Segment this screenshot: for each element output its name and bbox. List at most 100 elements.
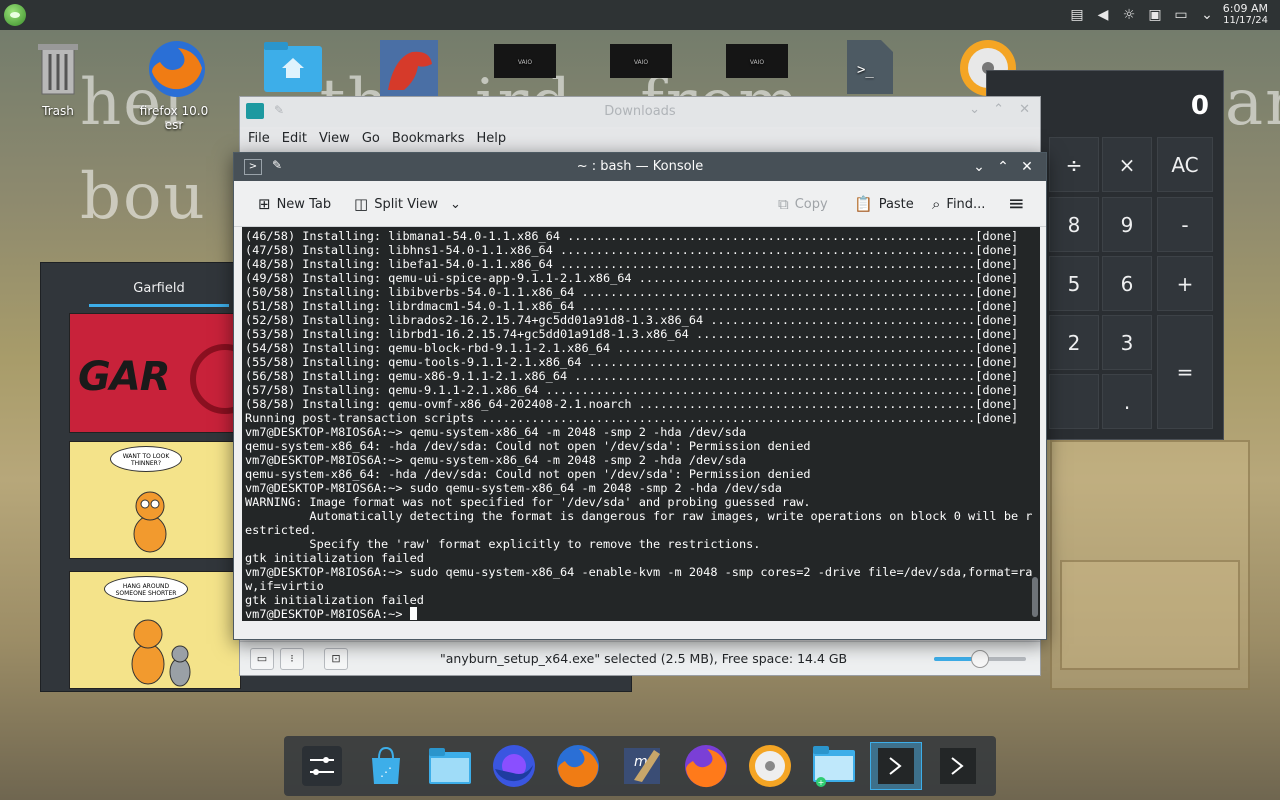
preview-panel-button[interactable]: ⊡ (324, 648, 348, 670)
calc-key-6[interactable]: 6 (1102, 256, 1152, 311)
minimize-icon[interactable]: ⌄ (970, 158, 988, 176)
menu-file[interactable]: File (248, 127, 280, 153)
garfield-logo: GAR (78, 354, 171, 400)
calc-key-multiply[interactable]: × (1102, 137, 1152, 192)
desktop-icon-video[interactable]: VAIO (598, 38, 678, 104)
dock-konsole-active[interactable] (870, 742, 922, 790)
clock-time[interactable]: 6:09 AM (1223, 2, 1268, 15)
new-tab-button[interactable]: ⊞ New Tab (258, 195, 331, 213)
wallpaper-text: bou (80, 160, 207, 234)
terminal-line: (49/58) Installing: qemu-ui-spice-app-9.… (245, 271, 1019, 285)
copy-label: Copy (794, 196, 828, 212)
terminal-line: vm7@DESKTOP-M8IOS6A:~> qemu-system-x86_6… (245, 453, 747, 467)
details-panel-button[interactable]: ⁝ (280, 648, 304, 670)
menu-bookmarks[interactable]: Bookmarks (392, 127, 475, 153)
chevron-up-icon[interactable]: ⌃ (993, 102, 1004, 117)
dock-downloads-folder[interactable]: + (808, 742, 860, 790)
calc-key-2[interactable]: 2 (1049, 315, 1099, 370)
network-icon[interactable]: ▭ (1172, 6, 1190, 24)
terminal-line: (53/58) Installing: librbd1-16.2.15.74+g… (245, 327, 1019, 341)
terminal-line: (47/58) Installing: libhns1-54.0-1.1.x86… (245, 243, 1019, 257)
video-thumbnail-icon: VAIO (610, 38, 672, 98)
trash-icon (30, 38, 86, 98)
calc-key-equals[interactable]: = (1157, 315, 1213, 429)
paste-button[interactable]: 📋 Paste (854, 195, 914, 213)
calc-key-minus[interactable]: - (1157, 197, 1213, 252)
menu-go[interactable]: Go (362, 127, 390, 153)
calc-key-divide[interactable]: ÷ (1049, 137, 1099, 192)
find-button[interactable]: ⌕ Find... (932, 195, 985, 213)
menu-help[interactable]: Help (476, 127, 516, 153)
terminal-line: (57/58) Installing: qemu-9.1.1-2.1.x86_6… (245, 383, 1019, 397)
terminal-line: (50/58) Installing: libibverbs-54.0-1.1.… (245, 285, 1019, 299)
close-icon[interactable]: ✕ (1019, 102, 1030, 117)
terminal-line: gtk initialization failed (245, 551, 424, 565)
maximize-icon[interactable]: ⌃ (994, 158, 1012, 176)
menu-view[interactable]: View (319, 127, 360, 153)
home-folder-icon (262, 38, 322, 98)
close-icon[interactable]: ✕ (1018, 158, 1036, 176)
dock-firefox[interactable] (552, 742, 604, 790)
calc-key-decimal[interactable]: . (1102, 374, 1152, 429)
chevron-down-icon[interactable]: ⌄ (969, 102, 980, 117)
dock-discover[interactable]: ⋰ (360, 742, 412, 790)
tab-garfield[interactable]: Garfield (89, 279, 229, 307)
volume-muted-icon[interactable]: ◀ (1094, 6, 1112, 24)
status-text: "anyburn_setup_x64.exe" selected (2.5 MB… (440, 651, 848, 666)
split-view-button[interactable]: ◫ Split View ⌄ (354, 195, 461, 213)
speech-bubble: WANT TO LOOK THINNER? (110, 446, 182, 472)
calc-key-9[interactable]: 9 (1102, 197, 1152, 252)
calc-key-plus[interactable]: + (1157, 256, 1213, 311)
calc-key-8[interactable]: 8 (1049, 197, 1099, 252)
terminal-output[interactable]: (46/58) Installing: libmana1-54.0-1.1.x8… (242, 227, 1040, 621)
brightness-icon[interactable]: ☼ (1120, 6, 1138, 24)
desktop-icon-home[interactable] (250, 38, 330, 104)
wallpaper-text: ar (1225, 66, 1280, 140)
zoom-slider-handle[interactable] (971, 650, 989, 668)
dock-firefox-nightly[interactable] (488, 742, 540, 790)
konsole-titlebar[interactable]: > ✎ ~ : bash — Konsole ⌄ ⌃ ✕ (234, 153, 1046, 181)
dock-konsole[interactable] (932, 742, 984, 790)
menu-edit[interactable]: Edit (282, 127, 317, 153)
calc-key-clear[interactable]: AC (1157, 137, 1213, 192)
desktop-icon-terminal[interactable]: >_ (830, 38, 910, 104)
dock-file-manager[interactable] (424, 742, 476, 790)
opensuse-gecko-icon[interactable] (4, 4, 26, 26)
dock-disc-burner[interactable] (744, 742, 796, 790)
dolphin-title: Downloads (604, 104, 676, 119)
copy-icon: ⧉ (778, 195, 789, 213)
terminal-icon: >_ (842, 38, 898, 98)
dock-firefox-2[interactable] (680, 742, 732, 790)
svg-text:VAIO: VAIO (634, 59, 649, 66)
desktop-icon-firefox[interactable]: firefox 10.0 esr (134, 38, 214, 132)
places-panel-button[interactable]: ▭ (250, 648, 274, 670)
dinosaur-app-icon (378, 38, 438, 98)
zoom-slider[interactable] (934, 650, 1026, 668)
hamburger-menu-button[interactable]: ≡ (1008, 191, 1025, 215)
chevron-down-icon[interactable]: ⌄ (1198, 6, 1216, 24)
desktop-icon-dinosaur[interactable] (366, 38, 446, 104)
terminal-line: WARNING: Image format was not specified … (245, 495, 811, 509)
desktop-icon-video[interactable]: VAIO (714, 38, 794, 104)
terminal-scrollbar[interactable] (1032, 577, 1038, 617)
dock-kate[interactable]: m (616, 742, 668, 790)
clipboard-icon[interactable]: ▤ (1068, 6, 1086, 24)
paste-label: Paste (878, 196, 914, 212)
calc-key-3[interactable]: 3 (1102, 315, 1152, 370)
terminal-line: Specify the 'raw' format explicitly to r… (245, 537, 761, 551)
terminal-line: qemu-system-x86_64: -hda /dev/sda: Could… (245, 439, 811, 453)
calc-key-5[interactable]: 5 (1049, 256, 1099, 311)
dock-system-settings[interactable] (296, 742, 348, 790)
svg-text:VAIO: VAIO (750, 59, 765, 66)
konsole-toolbar: ⊞ New Tab ◫ Split View ⌄ ⧉ Copy 📋 Paste … (234, 181, 1046, 227)
desktop-icon-trash[interactable]: Trash (18, 38, 98, 118)
desktop-icon-video[interactable]: VAIO (482, 38, 562, 104)
terminal-line: gtk initialization failed (245, 593, 424, 607)
calc-key-0[interactable] (1049, 374, 1099, 429)
calculator-display: 0 (1190, 91, 1209, 121)
dolphin-titlebar[interactable]: ✎ Downloads ⌄ ⌃ ✕ (240, 97, 1040, 127)
copy-button[interactable]: ⧉ Copy (778, 195, 828, 213)
clock-date[interactable]: 11/17/24 (1223, 15, 1268, 26)
dolphin-statusbar: ▭ ⁝ ⊡ "anyburn_setup_x64.exe" selected (… (240, 641, 1040, 675)
storage-icon[interactable]: ▣ (1146, 6, 1164, 24)
